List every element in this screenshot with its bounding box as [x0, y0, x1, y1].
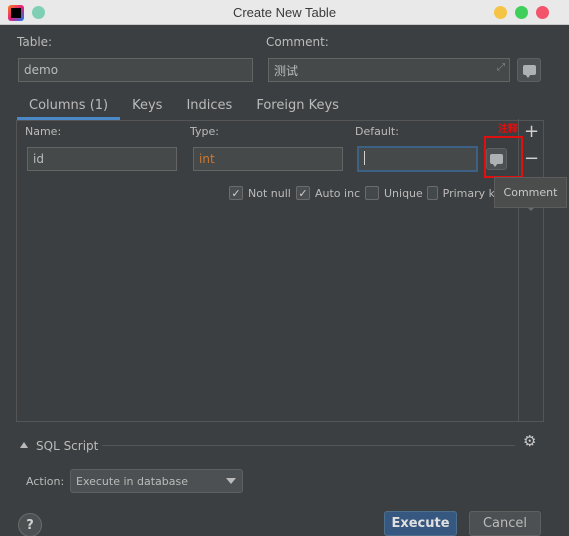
not-null-checkbox[interactable]: ✓ Not null — [229, 186, 291, 200]
comment-edit-button[interactable] — [517, 58, 541, 82]
annotation-highlight — [484, 136, 523, 178]
expand-icon[interactable]: ⤢ — [497, 62, 505, 73]
default-label: Default: — [355, 125, 399, 138]
sql-script-toggle[interactable]: SQL Script — [36, 439, 98, 453]
cancel-button[interactable]: Cancel — [469, 511, 541, 536]
tab-indices[interactable]: Indices — [174, 96, 244, 120]
column-name-input[interactable]: id — [27, 147, 177, 171]
type-label: Type: — [190, 125, 219, 138]
column-default-input[interactable] — [357, 146, 478, 172]
unique-label: Unique — [384, 186, 423, 200]
not-null-label: Not null — [248, 186, 291, 200]
auto-inc-checkbox[interactable]: ✓ Auto inc — [296, 186, 360, 200]
column-type-input[interactable]: int — [193, 147, 343, 171]
table-label: Table: — [17, 35, 53, 49]
execute-button[interactable]: Execute — [384, 511, 457, 536]
checkbox-box — [365, 186, 379, 200]
auto-inc-label: Auto inc — [315, 186, 361, 200]
maximize-button[interactable] — [515, 6, 528, 19]
tab-bar: Columns (1) Keys Indices Foreign Keys — [17, 96, 351, 120]
action-selected-value: Execute in database — [76, 474, 189, 488]
comment-value: 测试 — [274, 63, 299, 78]
title-bar: Create New Table — [0, 0, 569, 25]
tab-foreign-keys[interactable]: Foreign Keys — [244, 96, 351, 120]
divider — [102, 445, 515, 446]
comment-tooltip: Comment — [494, 177, 567, 208]
comment-input[interactable]: 测试 ⤢ — [268, 58, 510, 82]
checkmark-icon: ✓ — [229, 186, 243, 200]
comment-label: Comment: — [266, 35, 329, 49]
checkmark-icon: ✓ — [296, 186, 310, 200]
unique-checkbox[interactable]: Unique — [365, 186, 423, 200]
window-title: Create New Table — [232, 5, 337, 20]
action-select[interactable]: Execute in database — [70, 469, 243, 493]
collapse-arrow-icon[interactable] — [20, 442, 28, 448]
minimize-button[interactable] — [494, 6, 507, 19]
tab-keys[interactable]: Keys — [120, 96, 174, 120]
help-button[interactable]: ? — [18, 513, 42, 536]
text-cursor — [364, 151, 365, 165]
table-name-input[interactable]: demo — [18, 58, 253, 82]
close-button[interactable] — [536, 6, 549, 19]
add-column-icon[interactable]: + — [524, 123, 539, 141]
annotation-label: 注释 — [498, 124, 518, 135]
action-label: Action: — [26, 475, 65, 488]
chevron-down-icon — [226, 478, 236, 484]
gear-icon[interactable]: ⚙ — [523, 432, 536, 450]
remove-column-icon[interactable]: − — [524, 150, 539, 168]
name-label: Name: — [25, 125, 62, 138]
primary-key-checkbox[interactable]: Primary k — [427, 186, 495, 200]
checkbox-box — [427, 186, 438, 200]
comment-bubble-icon — [522, 65, 536, 78]
primary-key-label: Primary k — [442, 186, 495, 200]
tab-columns[interactable]: Columns (1) — [17, 96, 121, 120]
